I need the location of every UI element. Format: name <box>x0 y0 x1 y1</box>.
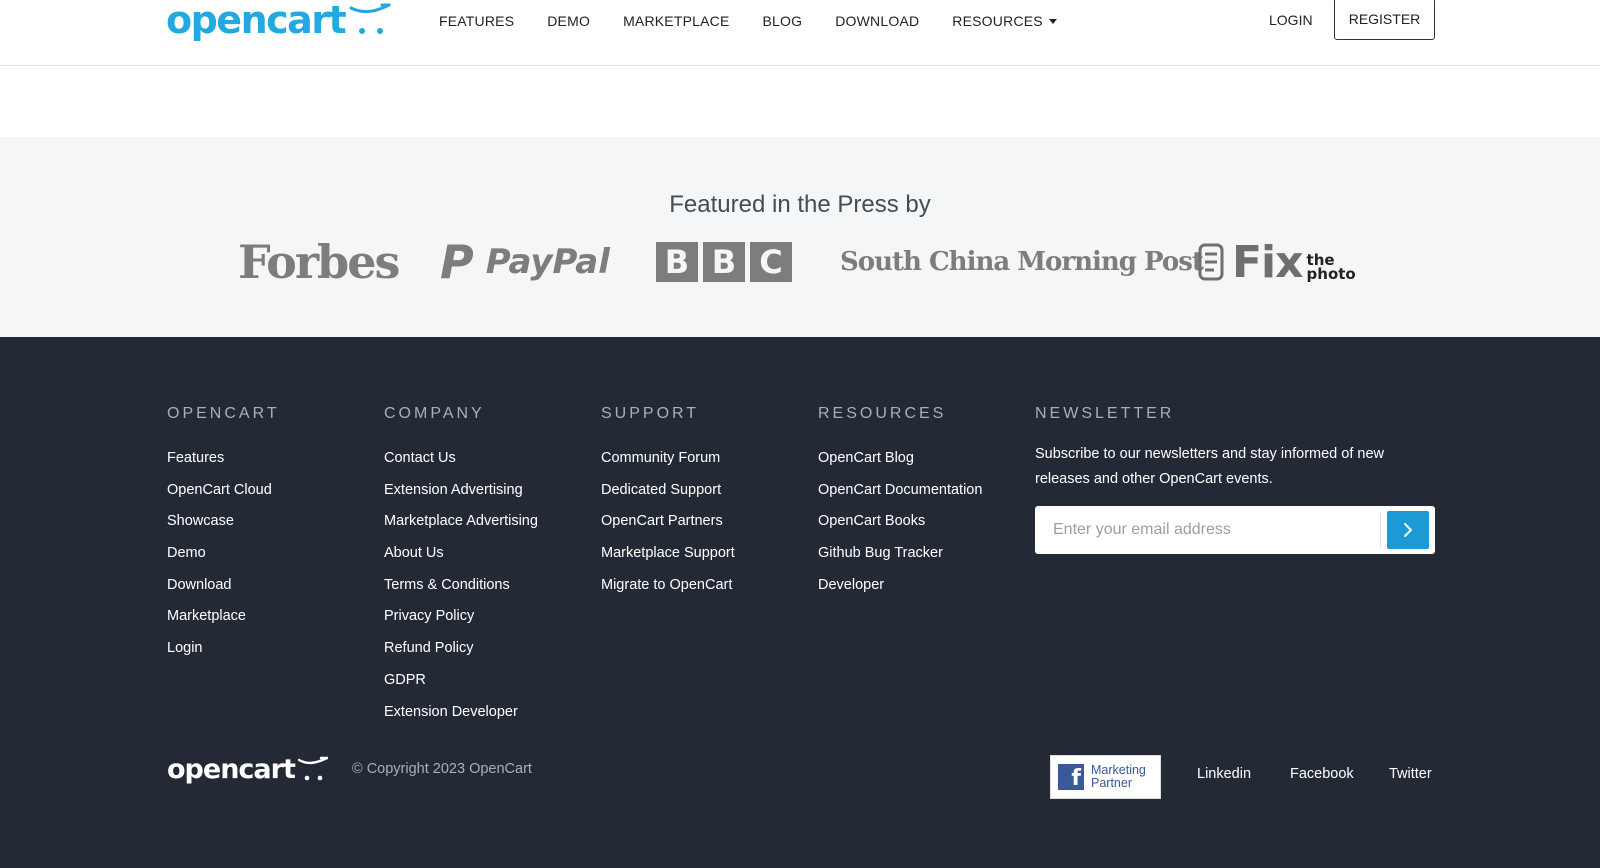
footer-link[interactable]: Extension Developer <box>384 702 538 734</box>
fixthephoto-logo: Fix the photo <box>1196 236 1356 288</box>
footer-link[interactable]: Marketplace Support <box>601 543 735 575</box>
footer-opencart-logo[interactable]: opencart <box>167 755 328 785</box>
facebook-icon: f <box>1058 764 1084 790</box>
footer-link[interactable]: OpenCart Documentation <box>818 480 982 512</box>
footer-link[interactable]: Developer <box>818 575 982 607</box>
fb-badge-line2: Partner <box>1091 776 1132 790</box>
fix-wordmark: Fix <box>1232 236 1304 288</box>
footer-link[interactable]: Refund Policy <box>384 638 538 670</box>
social-linkedin-link[interactable]: Linkedin <box>1197 766 1251 782</box>
forbes-logo: Forbes <box>238 235 400 289</box>
footer-link[interactable]: About Us <box>384 543 538 575</box>
nav-marketplace[interactable]: MARKETPLACE <box>623 13 729 29</box>
footer-col-support: SUPPORT Community Forum Dedicated Suppor… <box>601 405 735 606</box>
logo-text: opencart <box>166 0 347 42</box>
footer-col-resources: RESOURCES OpenCart Blog OpenCart Documen… <box>818 405 982 606</box>
footer-link[interactable]: OpenCart Blog <box>818 448 982 480</box>
footer-link[interactable]: OpenCart Books <box>818 511 982 543</box>
bbc-logo: B B C <box>656 237 792 287</box>
footer-link[interactable]: Login <box>167 638 280 670</box>
social-facebook-link[interactable]: Facebook <box>1290 766 1354 782</box>
newsletter-text: Subscribe to our newsletters and stay in… <box>1035 446 1384 487</box>
footer-link[interactable]: OpenCart Cloud <box>167 480 280 512</box>
nav-resources[interactable]: RESOURCES <box>952 13 1057 29</box>
footer-col-title: OPENCART <box>167 405 280 422</box>
copyright-text: © Copyright 2023 OpenCart <box>352 761 532 777</box>
footer-link[interactable]: Download <box>167 575 280 607</box>
footer-link[interactable]: Features <box>167 448 280 480</box>
nav-demo[interactable]: DEMO <box>547 13 590 29</box>
cart-icon <box>297 756 328 781</box>
footer-col-title: COMPANY <box>384 405 485 422</box>
bbc-block: B <box>656 242 698 282</box>
site-footer: OPENCART Features OpenCart Cloud Showcas… <box>0 337 1600 868</box>
footer-link[interactable]: Marketplace Advertising <box>384 511 538 543</box>
footer-link[interactable]: Demo <box>167 543 280 575</box>
paypal-wordmark: PayPal <box>485 242 610 282</box>
footer-link[interactable]: Migrate to OpenCart <box>601 575 735 607</box>
register-button[interactable]: REGISTER <box>1334 0 1435 40</box>
cart-icon <box>349 3 391 34</box>
scmp-logo: South China Morning Post <box>840 247 1204 277</box>
newsletter-divider <box>1380 512 1381 548</box>
scroll-icon <box>1198 243 1224 281</box>
footer-newsletter: NEWSLETTER Subscribe to our newsletters … <box>1035 405 1437 554</box>
footer-link[interactable]: Marketplace <box>167 606 280 638</box>
chevron-right-icon <box>1404 523 1412 537</box>
footer-link[interactable]: Github Bug Tracker <box>818 543 982 575</box>
caret-down-icon <box>1048 18 1057 24</box>
press-title: Featured in the Press by <box>669 191 931 218</box>
bbc-block: B <box>703 242 745 282</box>
fix-subtext-line2: photo <box>1306 265 1356 283</box>
footer-link[interactable]: Showcase <box>167 511 280 543</box>
paypal-logo: P PayPal <box>440 235 610 289</box>
footer-logo-text: opencart <box>167 754 296 785</box>
newsletter-submit-button[interactable] <box>1387 511 1429 549</box>
fb-badge-text: Marketing Partner <box>1091 764 1146 790</box>
footer-link[interactable]: Extension Advertising <box>384 480 538 512</box>
footer-link[interactable]: Privacy Policy <box>384 606 538 638</box>
footer-link[interactable]: GDPR <box>384 670 538 702</box>
newsletter-email-input[interactable] <box>1035 506 1380 554</box>
top-header: opencart FEATURES DEMO MARKETPLACE BLOG … <box>0 0 1600 66</box>
press-section: Featured in the Press by Forbes P PayPal… <box>0 137 1600 337</box>
facebook-marketing-partner-badge[interactable]: f Marketing Partner <box>1050 755 1161 799</box>
main-nav: FEATURES DEMO MARKETPLACE BLOG DOWNLOAD … <box>439 0 1090 42</box>
footer-col-title: RESOURCES <box>818 405 947 422</box>
footer-link[interactable]: Terms & Conditions <box>384 575 538 607</box>
login-link[interactable]: LOGIN <box>1269 0 1313 40</box>
footer-link[interactable]: Community Forum <box>601 448 735 480</box>
social-twitter-link[interactable]: Twitter <box>1389 766 1432 782</box>
nav-features[interactable]: FEATURES <box>439 13 514 29</box>
footer-col-company: COMPANY Contact Us Extension Advertising… <box>384 405 538 733</box>
fix-subtext: the photo <box>1306 253 1356 283</box>
nav-download[interactable]: DOWNLOAD <box>835 13 919 29</box>
footer-col-title: SUPPORT <box>601 405 700 422</box>
footer-link[interactable]: OpenCart Partners <box>601 511 735 543</box>
paypal-mark-icon: P <box>440 235 474 289</box>
nav-resources-label: RESOURCES <box>952 13 1043 29</box>
newsletter-title: NEWSLETTER <box>1035 405 1175 422</box>
fb-badge-line1: Marketing <box>1091 763 1146 777</box>
bbc-block: C <box>750 242 792 282</box>
footer-link[interactable]: Contact Us <box>384 448 538 480</box>
footer-link[interactable]: Dedicated Support <box>601 480 735 512</box>
newsletter-form <box>1035 506 1435 554</box>
footer-col-opencart: OPENCART Features OpenCart Cloud Showcas… <box>167 405 280 670</box>
nav-blog[interactable]: BLOG <box>763 13 803 29</box>
opencart-logo[interactable]: opencart <box>166 0 391 44</box>
